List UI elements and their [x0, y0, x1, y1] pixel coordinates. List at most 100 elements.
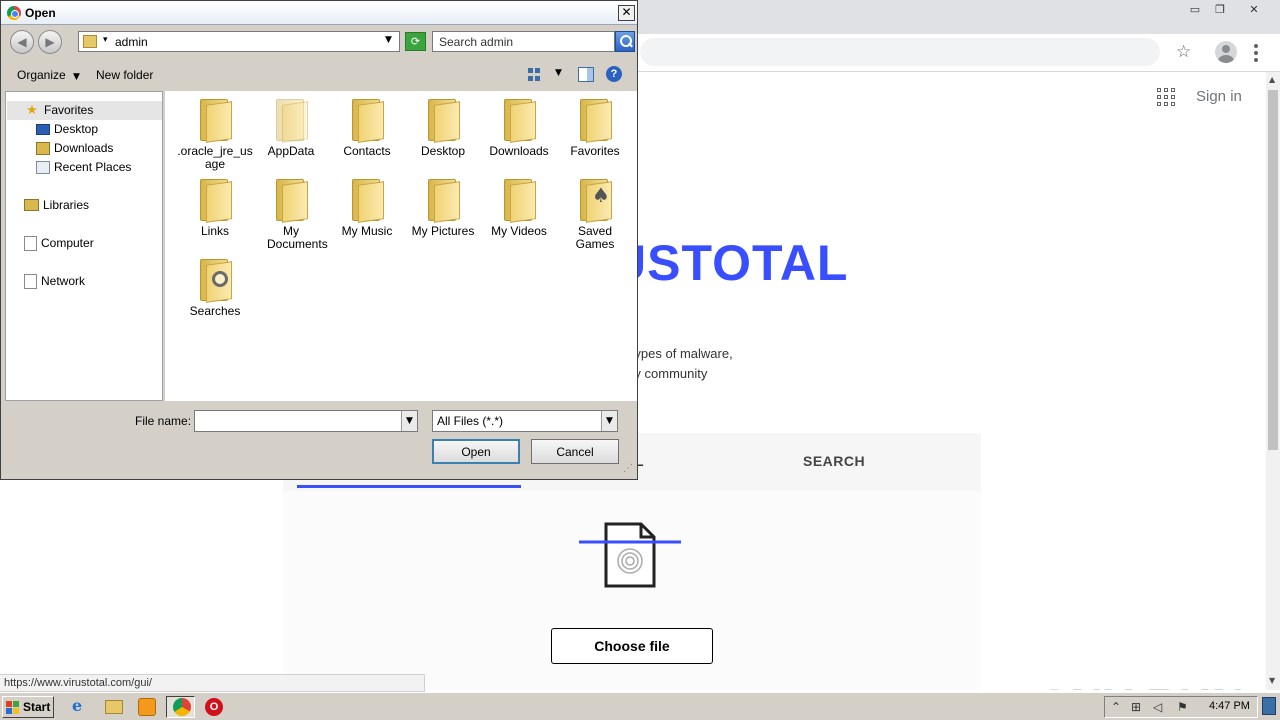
bookmark-star-icon[interactable]: ☆ [1176, 42, 1191, 62]
organize-button[interactable]: Organize ▼ [17, 68, 80, 82]
chevron-down-icon[interactable]: ▼ [401, 411, 417, 431]
folder-icon [274, 99, 308, 143]
chrome-icon[interactable] [173, 698, 191, 716]
file-item[interactable]: ♠ Saved Games [557, 179, 633, 251]
nav-item-desktop[interactable]: Desktop [36, 120, 98, 138]
nav-item-libraries[interactable]: Libraries [24, 196, 89, 214]
view-options-icon[interactable] [528, 68, 542, 82]
nav-item-downloads[interactable]: Downloads [36, 139, 113, 157]
file-label: Desktop [420, 144, 466, 158]
open-button[interactable]: Open [432, 439, 520, 464]
nav-label: Downloads [54, 141, 114, 155]
scroll-up-icon[interactable]: ▲ [1269, 75, 1275, 84]
chevron-down-icon[interactable]: ▼ [385, 35, 392, 45]
dialog-title: Open [25, 6, 56, 20]
file-label: My Pictures [411, 224, 475, 238]
choose-file-button[interactable]: Choose file [551, 628, 713, 664]
forward-button[interactable]: ▶ [38, 30, 62, 54]
network-tray-icon[interactable]: ⊞ [1131, 700, 1141, 714]
file-label: Downloads [489, 144, 549, 158]
navigation-pane: ★ Favorites Desktop Downloads Recent Pla… [5, 91, 163, 401]
file-item[interactable]: Favorites [557, 99, 633, 158]
volume-icon[interactable]: ◁ [1153, 700, 1162, 714]
file-name-input[interactable] [194, 410, 418, 432]
minimize-icon[interactable]: ▭ [1183, 0, 1207, 18]
folder-icon [502, 179, 536, 223]
resize-grip-icon[interactable]: ⋰ [623, 463, 633, 474]
folder-icon [274, 179, 308, 223]
show-desktop-icon[interactable] [1262, 697, 1276, 715]
cancel-button[interactable]: Cancel [531, 439, 619, 464]
breadcrumb[interactable]: admin [115, 35, 148, 49]
file-item[interactable]: Desktop [405, 99, 481, 158]
browser-menu-icon[interactable] [1254, 44, 1258, 62]
chevron-down-icon[interactable]: ▼ [601, 411, 617, 431]
file-item[interactable]: .oracle_jre_usage [177, 99, 253, 171]
preview-pane-icon[interactable] [578, 67, 594, 82]
file-item[interactable]: My Documents [253, 179, 329, 251]
network-icon [24, 273, 37, 289]
fingerprint-file-icon [579, 522, 681, 588]
opera-icon[interactable]: O [205, 698, 223, 716]
folder-icon [198, 179, 232, 223]
page-scrollbar[interactable]: ▲ ▼ [1266, 72, 1280, 690]
dialog-titlebar[interactable]: Open ✕ [1, 1, 637, 25]
clock[interactable]: 4:47 PM [1209, 700, 1250, 712]
file-item[interactable]: My Videos [481, 179, 557, 238]
restore-icon[interactable]: ❐ [1208, 0, 1232, 18]
action-center-flag-icon[interactable]: ⚑ [1177, 700, 1188, 714]
organize-label: Organize [17, 68, 66, 82]
nav-item-computer[interactable]: Computer [24, 234, 94, 252]
nav-item-recent-places[interactable]: Recent Places [36, 158, 131, 176]
sign-in-link[interactable]: Sign in [1196, 88, 1242, 105]
refresh-button[interactable]: ⟳ [405, 32, 426, 51]
location-bar[interactable]: ▾ admin ▼ [78, 31, 400, 52]
start-button[interactable]: Start [2, 696, 54, 718]
file-label: Links [200, 224, 229, 238]
file-explorer-icon[interactable] [105, 700, 123, 714]
scrollbar-thumb[interactable] [1268, 90, 1278, 450]
windows-logo-icon [6, 700, 20, 714]
file-label: Contacts [343, 144, 391, 158]
nav-label: Computer [41, 236, 94, 250]
search-icon[interactable] [615, 31, 635, 52]
nav-item-network[interactable]: Network [24, 272, 85, 290]
file-item[interactable]: AppData [253, 99, 329, 158]
file-item[interactable]: Links [177, 179, 253, 238]
file-label: Searches [189, 304, 241, 318]
nav-label: Desktop [54, 122, 99, 136]
virustotal-logo: USTOTAL [610, 235, 849, 291]
file-item[interactable]: Searches [177, 259, 253, 318]
help-icon[interactable]: ? [606, 66, 622, 82]
tab-search[interactable]: SEARCH [803, 453, 865, 469]
taskbar: Start e O ⌃ ⊞ ◁ ⚑ [0, 692, 1280, 720]
file-item[interactable]: Contacts [329, 99, 405, 158]
nav-label: Recent Places [54, 160, 132, 174]
search-input[interactable]: Search admin [432, 31, 615, 52]
folder-icon [578, 99, 612, 143]
chevron-down-icon[interactable]: ▼ [555, 68, 562, 78]
close-icon[interactable]: ✕ [618, 5, 635, 21]
file-item[interactable]: My Music [329, 179, 405, 238]
address-bar[interactable] [640, 38, 1160, 66]
new-folder-button[interactable]: New folder [96, 68, 153, 82]
active-tab-indicator [297, 485, 521, 488]
chrome-icon [7, 6, 21, 20]
apps-grid-icon[interactable] [1157, 88, 1175, 106]
internet-explorer-icon[interactable]: e [72, 696, 90, 715]
back-button[interactable]: ◀ [10, 30, 34, 54]
file-list: .oracle_jre_usage AppData Contacts Deskt… [165, 91, 637, 401]
file-item[interactable]: Downloads [481, 99, 557, 158]
breadcrumb-arrow-icon[interactable]: ▾ [103, 35, 108, 45]
computer-icon [24, 235, 37, 251]
magnifier-icon [212, 271, 228, 287]
file-item[interactable]: My Pictures [405, 179, 481, 238]
file-label: Favorites [570, 144, 620, 158]
close-window-icon[interactable]: ✕ [1242, 0, 1266, 18]
nav-item-favorites[interactable]: ★ Favorites [24, 101, 93, 119]
media-player-icon[interactable] [138, 698, 156, 716]
show-hidden-icons-icon[interactable]: ⌃ [1111, 700, 1121, 714]
profile-avatar-icon[interactable] [1215, 41, 1237, 63]
file-type-select[interactable]: All Files (*.*) [432, 410, 618, 432]
scroll-down-icon[interactable]: ▼ [1269, 676, 1275, 685]
